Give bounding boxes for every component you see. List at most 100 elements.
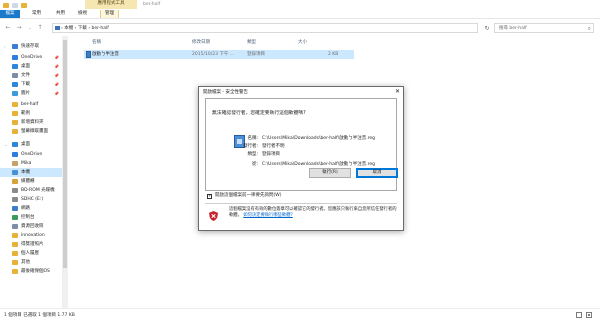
folder-icon bbox=[12, 120, 18, 125]
new-folder-icon[interactable] bbox=[21, 3, 27, 8]
column-date[interactable]: 修改日期 bbox=[192, 38, 210, 47]
pin-icon[interactable]: 📌 bbox=[54, 80, 59, 89]
tab-share[interactable]: 共用 bbox=[52, 10, 69, 18]
sidebar-item-label: 螢幕擷取畫面 bbox=[21, 129, 48, 134]
sidebar-item[interactable]: innovation bbox=[0, 231, 62, 240]
sidebar-item[interactable]: 桌面 📌 bbox=[0, 62, 62, 71]
control-panel-icon bbox=[12, 215, 18, 220]
tab-manage[interactable]: 管理 bbox=[100, 10, 119, 18]
dialog-question: 無法確認發行者，您確定要執行這個軟體嗎? bbox=[212, 111, 306, 116]
field-type-row: 類型: 登錄項目 bbox=[206, 151, 398, 159]
sidebar-item[interactable]: 得獎證照片 bbox=[0, 240, 62, 249]
always-ask-label[interactable]: 開啟這個檔案前一律要先詢問(W) bbox=[215, 192, 281, 200]
sidebar-item-label: 文件 bbox=[21, 73, 30, 78]
sidebar-item-label: OneDrive bbox=[21, 55, 43, 60]
address-bar[interactable]: › 本機 › 下載 › ber-half bbox=[52, 23, 478, 33]
desktop-icon bbox=[12, 142, 18, 147]
sidebar-item-label: ber-half bbox=[21, 102, 39, 107]
table-row[interactable]: 啟動ㄅ半注音 2015/10/23 下午 ... 登錄項目 2 KB bbox=[84, 50, 354, 59]
large-icons-view-icon[interactable] bbox=[586, 312, 592, 318]
sidebar-item[interactable]: BD-ROM 光碟機 bbox=[0, 186, 62, 195]
field-value: 發行者不明 bbox=[262, 144, 285, 149]
column-name[interactable]: 名稱 bbox=[92, 38, 101, 47]
sidebar-item[interactable]: 本機 bbox=[0, 168, 62, 177]
tab-view[interactable]: 檢視 bbox=[74, 10, 91, 18]
field-label: 類型: bbox=[247, 152, 258, 157]
disc-icon bbox=[12, 188, 18, 193]
folder-icon bbox=[12, 129, 18, 134]
field-value: 登錄項目 bbox=[262, 152, 280, 157]
warning-text: 這個檔案沒有有效的數位簽章可以確認它的發行者。您應該只執行來自您所信任發行者的軟… bbox=[229, 207, 399, 219]
dialog-title: 開啟檔案 - 安全性警告 bbox=[203, 90, 248, 95]
registry-file-icon bbox=[86, 51, 91, 58]
column-size[interactable]: 大小 bbox=[298, 38, 307, 47]
properties-icon[interactable] bbox=[12, 3, 18, 8]
sidebar-item[interactable]: 其他 bbox=[0, 258, 62, 267]
sidebar-item[interactable]: 文件 📌 bbox=[0, 71, 62, 80]
folder-icon bbox=[12, 111, 18, 116]
sidebar-item[interactable]: 網路 bbox=[0, 204, 62, 213]
pin-icon[interactable]: 📌 bbox=[54, 62, 59, 71]
sidebar-item[interactable]: 螢幕擷取畫面 bbox=[0, 127, 62, 136]
sidebar-item[interactable]: OneDrive bbox=[0, 150, 62, 159]
sidebar-item[interactable]: Mika bbox=[0, 159, 62, 168]
recycle-bin-icon bbox=[12, 224, 18, 229]
forward-arrow-icon[interactable]: → bbox=[15, 24, 23, 32]
cloud-icon bbox=[12, 55, 18, 60]
window-title: ber-half bbox=[143, 2, 161, 7]
sidebar-item[interactable]: 範例 bbox=[0, 109, 62, 118]
close-icon[interactable]: ✕ bbox=[395, 88, 400, 95]
sidebar-item[interactable]: 資源回收筒 bbox=[0, 222, 62, 231]
sidebar-item-label: 桌面 bbox=[21, 142, 30, 147]
pin-icon[interactable]: 📌 bbox=[54, 53, 59, 62]
library-icon bbox=[12, 179, 18, 184]
sidebar-item-label: 個人履歷 bbox=[21, 251, 39, 256]
sidebar-item[interactable]: ⌄ 桌面 bbox=[0, 140, 62, 149]
folder-icon bbox=[12, 242, 18, 247]
sidebar-item[interactable]: › 快速存取 bbox=[0, 42, 62, 51]
sidebar-item[interactable]: ber-half bbox=[0, 100, 62, 109]
sidebar-item-label: 圖片 bbox=[21, 91, 30, 96]
tab-home[interactable]: 常用 bbox=[28, 10, 45, 18]
column-type[interactable]: 類型 bbox=[247, 38, 256, 47]
folder-icon bbox=[12, 269, 18, 274]
search-placeholder: 搜尋 ber-half bbox=[499, 26, 527, 31]
field-label: 從: bbox=[251, 162, 258, 167]
sidebar-item[interactable]: 控制台 bbox=[0, 213, 62, 222]
pin-icon[interactable]: 📌 bbox=[54, 89, 59, 98]
breadcrumb[interactable]: › 本機 › 下載 › ber-half bbox=[61, 25, 109, 32]
cloud-icon bbox=[12, 152, 18, 157]
field-value: C:\Users\Mika\Downloads\ber-half\啟動ㄅ半注音.… bbox=[262, 136, 376, 141]
sidebar-item[interactable]: 最後確保個OS bbox=[0, 267, 62, 276]
sidebar-item[interactable]: 圖片 📌 bbox=[0, 89, 62, 98]
details-view-icon[interactable] bbox=[576, 312, 582, 318]
search-input[interactable]: 搜尋 ber-half ⌕ bbox=[494, 23, 594, 33]
sidebar-item[interactable]: 個人履歷 bbox=[0, 249, 62, 258]
sidebar-item[interactable]: OneDrive 📌 bbox=[0, 53, 62, 62]
sidebar-item-label: BD-ROM 光碟機 bbox=[21, 188, 55, 193]
sidebar-item-label: 網路 bbox=[21, 206, 30, 211]
sidebar-item[interactable]: 下載 📌 bbox=[0, 80, 62, 89]
sidebar-item-label: 其他 bbox=[21, 260, 30, 265]
cancel-button[interactable]: 取消 bbox=[356, 168, 398, 178]
pin-icon[interactable]: 📌 bbox=[54, 71, 59, 80]
tab-file[interactable]: 檔案 bbox=[0, 10, 20, 18]
sidebar-item[interactable]: 媒體櫃 bbox=[0, 177, 62, 186]
refresh-icon[interactable]: ↻ bbox=[482, 24, 492, 33]
sidebar-item[interactable]: SDHC (E:) bbox=[0, 195, 62, 204]
always-ask-checkbox[interactable] bbox=[207, 193, 212, 199]
nav-scrollbar-thumb[interactable] bbox=[63, 40, 67, 268]
help-link[interactable]: 如何決定要執行哪些軟體? bbox=[243, 213, 293, 218]
sidebar-item[interactable]: 新增資料夾 bbox=[0, 118, 62, 127]
expand-chevron-icon[interactable]: ⌄ bbox=[4, 140, 7, 149]
back-arrow-icon[interactable]: ← bbox=[4, 24, 12, 32]
download-icon bbox=[12, 82, 18, 87]
run-button[interactable]: 執行(R) bbox=[309, 168, 351, 178]
computer-icon bbox=[12, 170, 18, 175]
sidebar-item-label: 媒體櫃 bbox=[21, 179, 35, 184]
expand-chevron-icon[interactable]: › bbox=[4, 42, 6, 51]
status-bar: 1 個項目 已選取 1 個項目 1.77 KB bbox=[0, 308, 600, 320]
up-arrow-icon[interactable]: ↑ bbox=[36, 24, 44, 32]
pictures-icon bbox=[12, 91, 18, 96]
recent-dropdown-icon[interactable]: ⌄ bbox=[26, 24, 34, 32]
